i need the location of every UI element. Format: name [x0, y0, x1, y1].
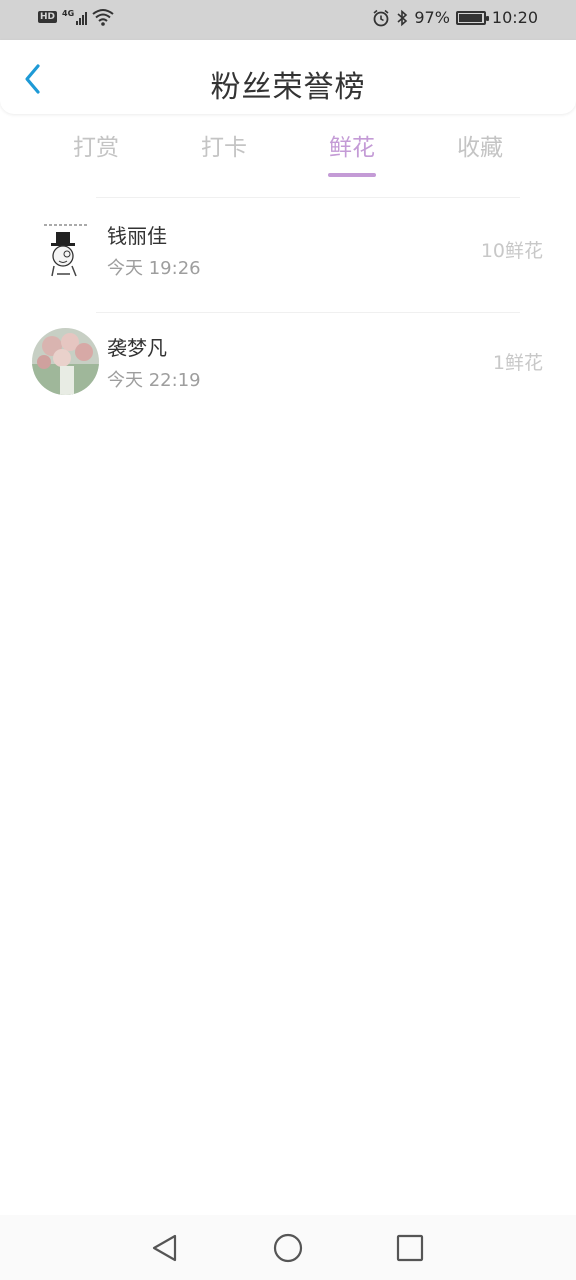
signal-icon: 4G: [62, 9, 88, 25]
tab-label: 打卡: [201, 135, 247, 161]
battery-percent: 97%: [414, 8, 450, 27]
tab-label: 打赏: [73, 135, 119, 161]
list-item[interactable]: 袭梦凡 今天 22:19 1鲜花: [0, 310, 576, 424]
flower-count: 1鲜花: [492, 352, 543, 374]
tab-checkin[interactable]: 打卡: [160, 128, 288, 180]
home-circle-icon: [273, 1233, 303, 1263]
flower-count: 10鲜花: [480, 240, 543, 262]
fan-name: 袭梦凡: [107, 336, 167, 360]
flower-photo-avatar-icon: [32, 328, 99, 395]
tab-label: 鲜花: [329, 135, 375, 161]
system-nav-bar: [0, 1215, 576, 1280]
nav-home-button[interactable]: [271, 1231, 305, 1265]
avatar: [32, 328, 99, 395]
wifi-icon: [92, 9, 114, 26]
tab-label: 收藏: [457, 135, 503, 161]
back-triangle-icon: [152, 1234, 177, 1262]
status-left: HD 4G: [38, 8, 114, 26]
app-header: 粉丝荣誉榜: [0, 40, 576, 114]
battery-fill: [458, 13, 482, 22]
bluetooth-icon: [397, 9, 408, 26]
fan-time: 今天 22:19: [107, 370, 201, 391]
app-screen: HD 4G 97% 10:20 粉丝荣誉榜 打赏 打卡 鲜花 收藏 钱丽佳 今天…: [0, 0, 576, 1280]
monocle-meme-avatar-icon: [32, 216, 99, 283]
fan-name: 钱丽佳: [107, 224, 167, 248]
tab-tips[interactable]: 打赏: [32, 128, 160, 180]
battery-icon: [455, 10, 489, 25]
avatar: [32, 216, 99, 283]
alarm-icon: [373, 9, 389, 26]
tab-flowers[interactable]: 鲜花: [288, 128, 416, 180]
fan-time: 今天 19:26: [107, 258, 201, 279]
nav-back-button[interactable]: [148, 1231, 182, 1265]
network-type: 4G: [62, 9, 75, 18]
page-title: 粉丝荣誉榜: [210, 70, 366, 105]
tab-favorites[interactable]: 收藏: [416, 128, 544, 180]
hd-icon: HD: [38, 11, 58, 23]
list-item[interactable]: 钱丽佳 今天 19:26 10鲜花: [0, 198, 576, 312]
tab-indicator: [328, 173, 376, 177]
recents-square-icon: [396, 1234, 424, 1262]
tab-bar: 打赏 打卡 鲜花 收藏: [32, 128, 544, 180]
clock: 10:20: [491, 8, 538, 27]
status-right: 97% 10:20: [372, 8, 538, 27]
nav-recents-button[interactable]: [393, 1231, 427, 1265]
status-bar: HD 4G 97% 10:20: [0, 0, 576, 40]
